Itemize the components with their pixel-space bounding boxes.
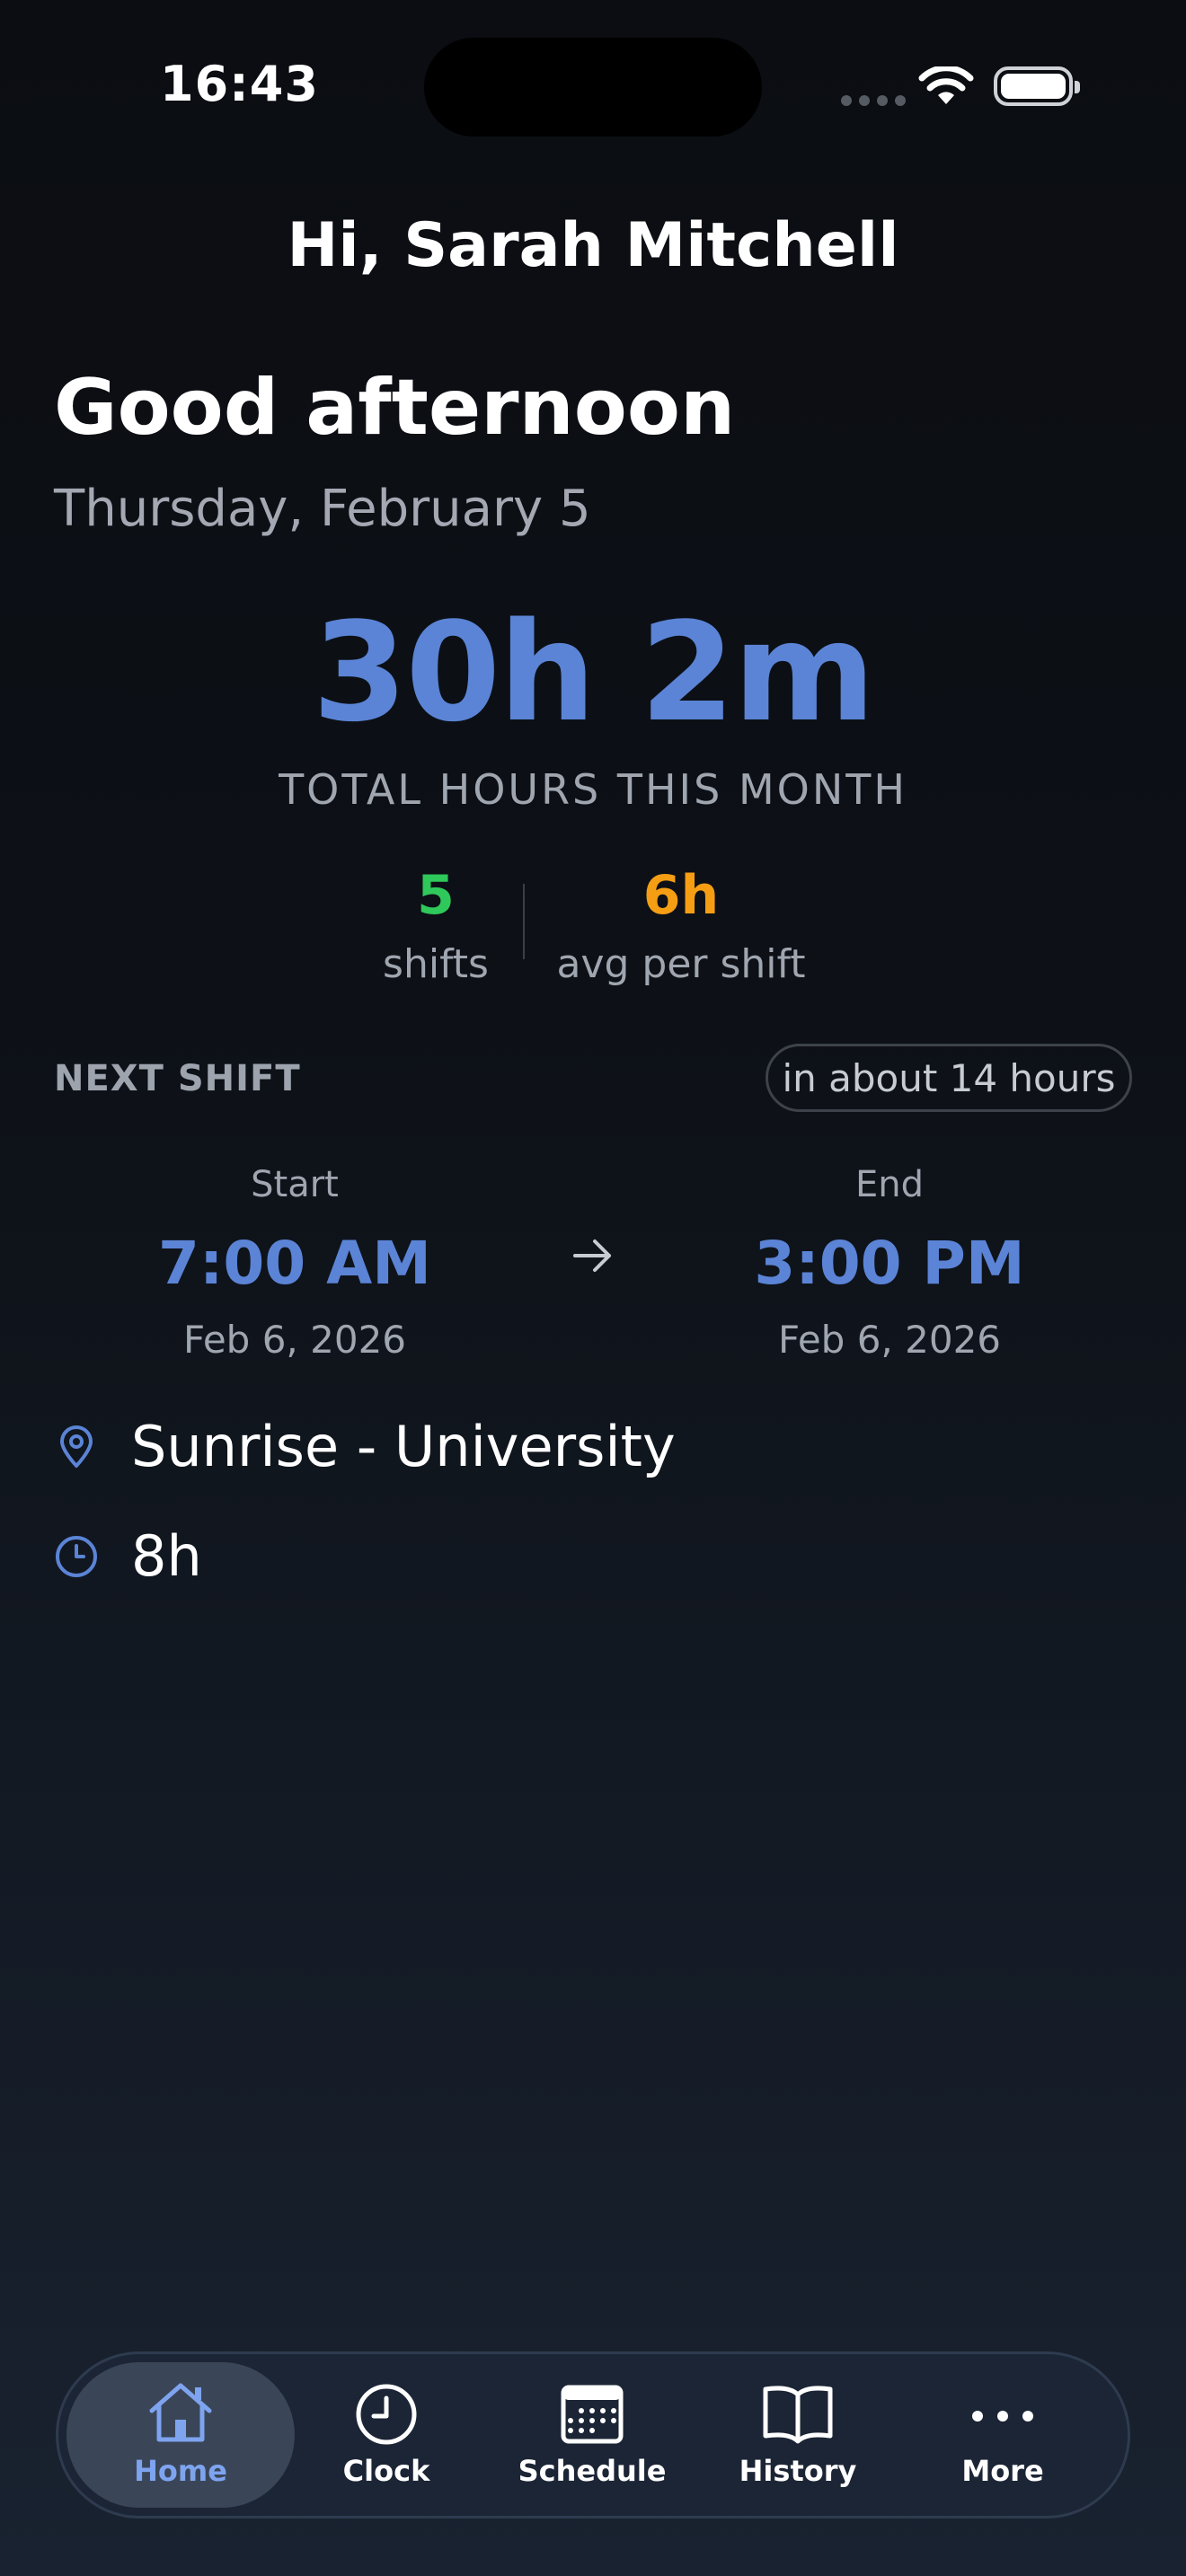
tab-home-label: Home — [134, 2454, 227, 2488]
clock-icon — [56, 1535, 97, 1577]
location-pin-icon — [60, 1425, 93, 1468]
book-icon — [763, 2386, 833, 2444]
tab-schedule-label: Schedule — [518, 2454, 667, 2488]
page-title: Hi, Sarah Mitchell — [287, 210, 899, 281]
avg-stat: 6h avg per shift — [539, 864, 823, 987]
start-date: Feb 6, 2026 — [182, 1318, 407, 1362]
cellular-signal-icon — [841, 95, 906, 106]
more-icon — [972, 2411, 1033, 2422]
tab-history[interactable]: History — [708, 2380, 888, 2488]
dynamic-island — [424, 38, 762, 137]
battery-icon — [994, 66, 1080, 106]
stat-divider — [523, 884, 525, 959]
shifts-stat: 5 shifts — [359, 864, 512, 987]
tab-clock-label: Clock — [342, 2454, 430, 2488]
start-time: 7:00 AM — [158, 1229, 431, 1298]
status-time: 16:43 — [160, 56, 319, 112]
clock-icon — [356, 2384, 417, 2445]
shift-end: End 3:00 PM Feb 6, 2026 — [710, 1164, 1069, 1362]
tab-home[interactable]: Home — [91, 2380, 270, 2488]
tab-more[interactable]: More — [913, 2380, 1093, 2488]
total-hours-label: TOTAL HOURS THIS MONTH — [279, 765, 907, 814]
avg-label: avg per shift — [556, 941, 806, 987]
location-name: Sunrise - University — [131, 1414, 676, 1479]
current-date: Thursday, February 5 — [54, 480, 591, 538]
total-hours-value: 30h 2m — [312, 593, 876, 752]
wifi-icon — [918, 66, 974, 104]
shift-duration: 8h — [131, 1523, 202, 1589]
next-shift-label: NEXT SHIFT — [54, 1058, 301, 1099]
shifts-label: shifts — [383, 941, 489, 987]
tab-schedule[interactable]: Schedule — [502, 2380, 682, 2488]
home-icon — [149, 2383, 212, 2442]
tab-clock[interactable]: Clock — [296, 2380, 476, 2488]
arrow-right-icon — [573, 1239, 611, 1272]
start-caption: Start — [251, 1164, 339, 1205]
end-caption: End — [854, 1164, 924, 1205]
avg-value: 6h — [642, 864, 720, 927]
end-time: 3:00 PM — [754, 1229, 1025, 1298]
shift-start: Start 7:00 AM Feb 6, 2026 — [115, 1164, 474, 1362]
countdown-badge: in about 14 hours — [766, 1044, 1132, 1112]
end-date: Feb 6, 2026 — [777, 1318, 1002, 1362]
calendar-icon — [561, 2385, 624, 2444]
salutation: Good afternoon — [54, 363, 736, 453]
tab-more-label: More — [961, 2454, 1044, 2488]
duration-row: 8h — [54, 1523, 202, 1589]
shifts-count: 5 — [417, 864, 455, 927]
tab-history-label: History — [739, 2454, 857, 2488]
location-row: Sunrise - University — [54, 1414, 676, 1479]
